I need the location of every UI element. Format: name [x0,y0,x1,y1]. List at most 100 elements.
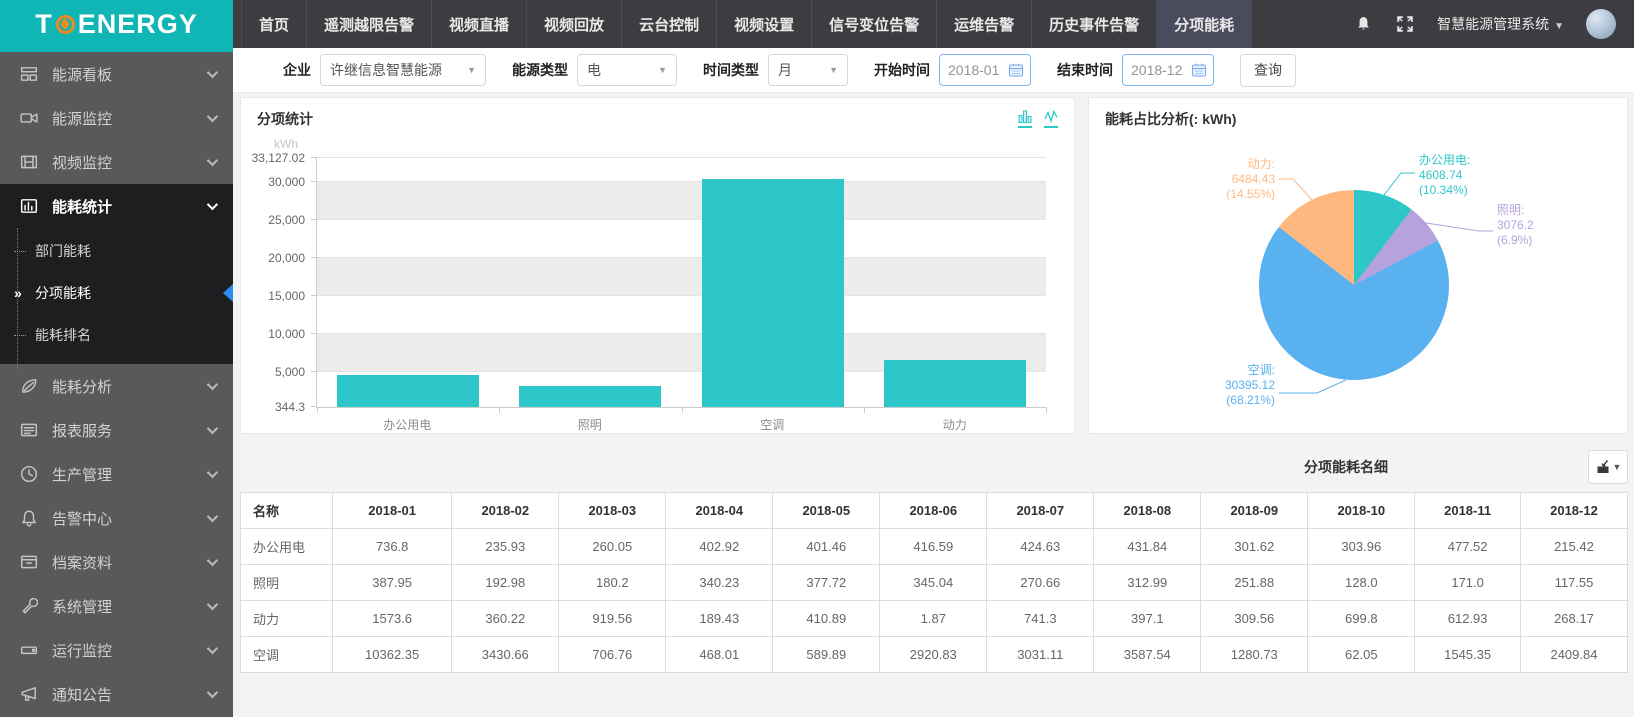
pie-graphic[interactable] [1259,190,1449,380]
table-cell: 360.22 [452,601,559,637]
bar[interactable] [884,360,1026,407]
table-head: 名称2018-012018-022018-032018-042018-05201… [241,493,1628,529]
end-time-input[interactable]: 2018-12 [1122,54,1214,86]
system-menu[interactable]: 智慧能源管理系统▼ [1437,14,1564,34]
y-axis-tick-label: 5,000 [275,365,305,379]
sidebar-item-告警中心[interactable]: 告警中心 [0,496,233,540]
sidebar-item-运行监控[interactable]: 运行监控 [0,628,233,672]
top-nav-item[interactable]: 运维告警 [936,0,1031,48]
table-column-header: 2018-09 [1201,493,1308,529]
table-column-header: 2018-07 [987,493,1094,529]
table-cell: 2409.84 [1520,637,1627,673]
table-cell: 741.3 [987,601,1094,637]
sidebar-group: 通知公告 [0,672,233,716]
table-cell: 3430.66 [452,637,559,673]
system-menu-label: 智慧能源管理系统 [1437,16,1549,32]
y-axis-tick-label: 10,000 [268,327,305,341]
bar[interactable] [519,386,661,407]
chevron-down-icon [207,111,218,122]
table-body: 办公用电736.8235.93260.05402.92401.46416.594… [241,529,1628,673]
sidebar-group: 系统管理 [0,584,233,628]
table-cell: 589.89 [773,637,880,673]
top-nav-item[interactable]: 视频设置 [716,0,811,48]
sidebar-item-生产管理[interactable]: 生产管理 [0,452,233,496]
top-nav-item[interactable]: 视频回放 [526,0,621,48]
sidebar-item-能耗统计[interactable]: 能耗统计 [0,184,233,228]
top-nav-item[interactable]: 分项能耗 [1156,0,1252,48]
table-cell: 1545.35 [1415,637,1521,673]
table-header-row: 名称2018-012018-022018-032018-042018-05201… [241,493,1628,529]
bar-chart-toggle-icon[interactable] [1018,110,1032,128]
chevron-down-icon [207,511,218,522]
chevron-down-icon: ▼ [829,65,838,75]
pie-label-line: 4608.74 [1419,168,1470,183]
bar[interactable] [702,179,844,407]
top-nav-item[interactable]: 视频直播 [431,0,526,48]
table-cell: 260.05 [559,529,666,565]
energy-ratio-panel: 能耗占比分析(: kWh) 办公用电:4608.74(10.34%) 照明:30… [1088,97,1628,434]
sidebar-subitem-部门能耗[interactable]: 部门能耗 [0,230,233,272]
table-cell: 612.93 [1415,601,1521,637]
subitem-statistics-panel: 分项统计 kWh 344.35,00010,00015,00020,00025,… [240,97,1075,434]
y-axis-tick-label: 15,000 [268,289,305,303]
wrench-icon [20,597,38,615]
table-column-header: 2018-04 [666,493,773,529]
sidebar-item-视频监控[interactable]: 视频监控 [0,140,233,184]
table-column-header: 2018-03 [559,493,666,529]
top-nav-item[interactable]: 云台控制 [621,0,716,48]
top-nav-item[interactable]: 首页 [241,0,306,48]
table-cell: 477.52 [1415,529,1521,565]
sidebar-subitem-分项能耗[interactable]: »分项能耗 [0,272,233,314]
export-button[interactable]: ▼ [1588,450,1628,484]
sidebar-group: 视频监控 [0,140,233,184]
table-column-header: 2018-01 [333,493,452,529]
table-cell: 340.23 [666,565,773,601]
sidebar-group: 能源监控 [0,96,233,140]
top-nav-item[interactable]: 信号变位告警 [811,0,936,48]
sidebar-item-能耗分析[interactable]: 能耗分析 [0,364,233,408]
archive-icon [20,553,38,571]
logo: T ENERGY [0,0,233,48]
sidebar-item-label: 能耗分析 [52,376,207,397]
fullscreen-icon[interactable] [1395,14,1415,34]
start-time-input[interactable]: 2018-01 [939,54,1031,86]
sidebar-item-报表服务[interactable]: 报表服务 [0,408,233,452]
top-nav-item[interactable]: 遥测越限告警 [306,0,431,48]
table-row: 照明387.95192.98180.2340.23377.72345.04270… [241,565,1628,601]
chevron-down-icon: ▼ [467,65,476,75]
y-axis-tick-label: 30,000 [268,175,305,189]
report-icon [20,421,38,439]
download-icon [1595,459,1611,475]
line-chart-toggle-icon[interactable] [1044,110,1058,128]
table-cell: 62.05 [1308,637,1415,673]
time-type-select[interactable]: 月 ▼ [768,54,848,86]
table-header-row: 分项能耗名细 ▼ [240,448,1628,486]
sidebar-item-能源监控[interactable]: 能源监控 [0,96,233,140]
company-select[interactable]: 许继信息智慧能源 ▼ [320,54,486,86]
sidebar-item-系统管理[interactable]: 系统管理 [0,584,233,628]
top-nav-item[interactable]: 历史事件告警 [1031,0,1156,48]
avatar[interactable] [1586,9,1616,39]
notification-bell-icon[interactable] [1353,14,1373,34]
pie-label-line: 动力: [1226,157,1275,172]
table-cell: 377.72 [773,565,880,601]
query-button[interactable]: 查询 [1240,54,1296,87]
sidebar-item-能源看板[interactable]: 能源看板 [0,52,233,96]
leaf-ring-icon [56,15,75,34]
bar-slot [317,158,499,407]
sidebar-subitem-label: 能耗排名 [35,325,91,345]
sidebar-item-档案资料[interactable]: 档案资料 [0,540,233,584]
energy-type-select[interactable]: 电 ▼ [577,54,677,86]
sidebar-item-通知公告[interactable]: 通知公告 [0,672,233,716]
sidebar-subitem-label: 分项能耗 [35,283,91,303]
detail-table-section: 分项能耗名细 ▼ 名称2018-012018-022018-032018-042… [240,448,1628,673]
sidebar-item-label: 通知公告 [52,684,207,705]
sidebar-item-label: 档案资料 [52,552,207,573]
sidebar-item-label: 能源监控 [52,108,207,129]
sidebar-subitem-能耗排名[interactable]: 能耗排名 [0,314,233,356]
table-cell: 387.95 [333,565,452,601]
charts-row: 分项统计 kWh 344.35,00010,00015,00020,00025,… [240,97,1628,434]
bar[interactable] [337,375,479,407]
table-cell: 424.63 [987,529,1094,565]
table-column-header: 2018-10 [1308,493,1415,529]
